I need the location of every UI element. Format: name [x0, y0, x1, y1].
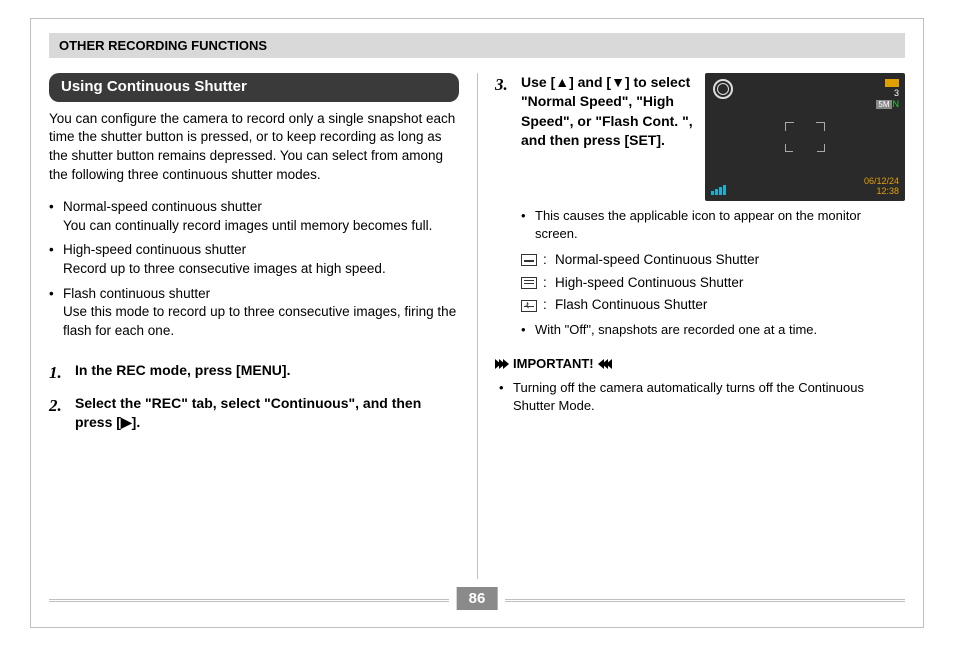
bullet-dot: •	[49, 198, 63, 217]
arrow-right-icon	[495, 359, 507, 369]
legend-row-normal: : Normal-speed Continuous Shutter	[521, 251, 905, 270]
bullet-name: Flash continuous shutter	[63, 285, 459, 304]
step-2: 2. Select the "REC" tab, select "Continu…	[49, 394, 459, 433]
right-column: 3. Use [▲] and [▼] to select "Normal Spe…	[495, 73, 905, 419]
intro-paragraph: You can configure the camera to record o…	[49, 110, 459, 185]
section-title-text: Using Continuous Shutter	[61, 78, 247, 95]
lcd-time: 12:38	[864, 187, 899, 197]
bullet-desc: Record up to three consecutive images at…	[63, 260, 459, 279]
important-label: IMPORTANT!	[507, 355, 600, 373]
important-heading: IMPORTANT!	[495, 355, 905, 373]
step-3-sub: • This causes the applicable icon to app…	[521, 207, 905, 243]
legend-colon: :	[543, 274, 555, 293]
content-area: Using Continuous Shutter You can configu…	[49, 73, 905, 579]
footer-rule	[505, 601, 905, 602]
page-number: 86	[457, 587, 498, 610]
step-1: 1. In the REC mode, press [MENU].	[49, 361, 459, 384]
column-divider	[477, 73, 478, 579]
normal-shutter-icon	[521, 254, 537, 266]
lcd-bottom-right: 06/12/24 12:38	[864, 177, 899, 197]
step-text: In the REC mode, press [MENU].	[75, 361, 459, 384]
flash-shutter-icon	[521, 300, 537, 312]
bullet-desc: Use this mode to record up to three cons…	[63, 303, 459, 340]
bullet-name: High-speed continuous shutter	[63, 241, 459, 260]
step-3: 3. Use [▲] and [▼] to select "Normal Spe…	[495, 73, 697, 150]
legend-label: Normal-speed Continuous Shutter	[555, 251, 905, 270]
bullet-name: Normal-speed continuous shutter	[63, 198, 459, 217]
memory-bars-icon	[711, 185, 726, 195]
lcd-quality: N	[893, 99, 900, 109]
manual-page: OTHER RECORDING FUNCTIONS Using Continuo…	[30, 18, 924, 628]
lcd-shots-remaining: 3	[876, 88, 899, 99]
step-3-text-block: 3. Use [▲] and [▼] to select "Normal Spe…	[495, 73, 705, 201]
bullet-item: • Normal-speed continuous shutter	[49, 198, 459, 217]
mode-descriptions: • Normal-speed continuous shutter You ca…	[49, 198, 459, 340]
step-3-row: 3. Use [▲] and [▼] to select "Normal Spe…	[495, 73, 905, 201]
lcd-resolution-badge: 5M	[876, 100, 891, 110]
step-3-sub-text: This causes the applicable icon to appea…	[535, 207, 905, 243]
step-3-off-text: With "Off", snapshots are recorded one a…	[535, 321, 905, 339]
footer-rule	[49, 599, 449, 600]
camera-lcd-preview: 3 5MN 06/12/24 12:38	[705, 73, 905, 201]
step-text: Select the "REC" tab, select "Continuous…	[75, 394, 459, 433]
step-number: 2.	[49, 394, 75, 433]
lcd-bottom-left	[711, 185, 726, 195]
footer-rule	[505, 599, 905, 600]
section-title: Using Continuous Shutter	[49, 73, 459, 102]
important-item: • Turning off the camera automatically t…	[499, 379, 905, 415]
arrow-left-icon	[600, 359, 612, 369]
bullet-item: • High-speed continuous shutter	[49, 241, 459, 260]
legend-row-flash: : Flash Continuous Shutter	[521, 296, 905, 315]
legend-row-high: : High-speed Continuous Shutter	[521, 274, 905, 293]
mode-dial-icon	[713, 79, 733, 99]
bullet-dot: •	[49, 285, 63, 304]
step-text: Use [▲] and [▼] to select "Normal Speed"…	[521, 73, 697, 150]
chapter-header: OTHER RECORDING FUNCTIONS	[49, 33, 905, 58]
battery-icon	[885, 79, 899, 87]
bullet-item: • Flash continuous shutter	[49, 285, 459, 304]
page-footer: 86	[49, 587, 905, 615]
legend-label: High-speed Continuous Shutter	[555, 274, 905, 293]
legend-colon: :	[543, 251, 555, 270]
bullet-dot: •	[499, 379, 513, 415]
bullet-dot: •	[521, 207, 535, 243]
chapter-header-text: OTHER RECORDING FUNCTIONS	[59, 38, 267, 53]
left-column: Using Continuous Shutter You can configu…	[49, 73, 459, 443]
bullet-dot: •	[49, 241, 63, 260]
focus-brackets-icon	[785, 122, 825, 152]
important-block: IMPORTANT! • Turning off the camera auto…	[495, 355, 905, 415]
step-number: 1.	[49, 361, 75, 384]
step-3-off-note: • With "Off", snapshots are recorded one…	[521, 321, 905, 339]
important-text: Turning off the camera automatically tur…	[513, 379, 905, 415]
legend-label: Flash Continuous Shutter	[555, 296, 905, 315]
high-speed-shutter-icon	[521, 277, 537, 289]
step-number: 3.	[495, 73, 521, 150]
bullet-dot: •	[521, 321, 535, 339]
bullet-desc: You can continually record images until …	[63, 217, 459, 236]
lcd-top-right: 3 5MN	[876, 77, 899, 109]
mode-icon-legend: : Normal-speed Continuous Shutter : High…	[521, 251, 905, 315]
legend-colon: :	[543, 296, 555, 315]
footer-rule	[49, 601, 449, 602]
